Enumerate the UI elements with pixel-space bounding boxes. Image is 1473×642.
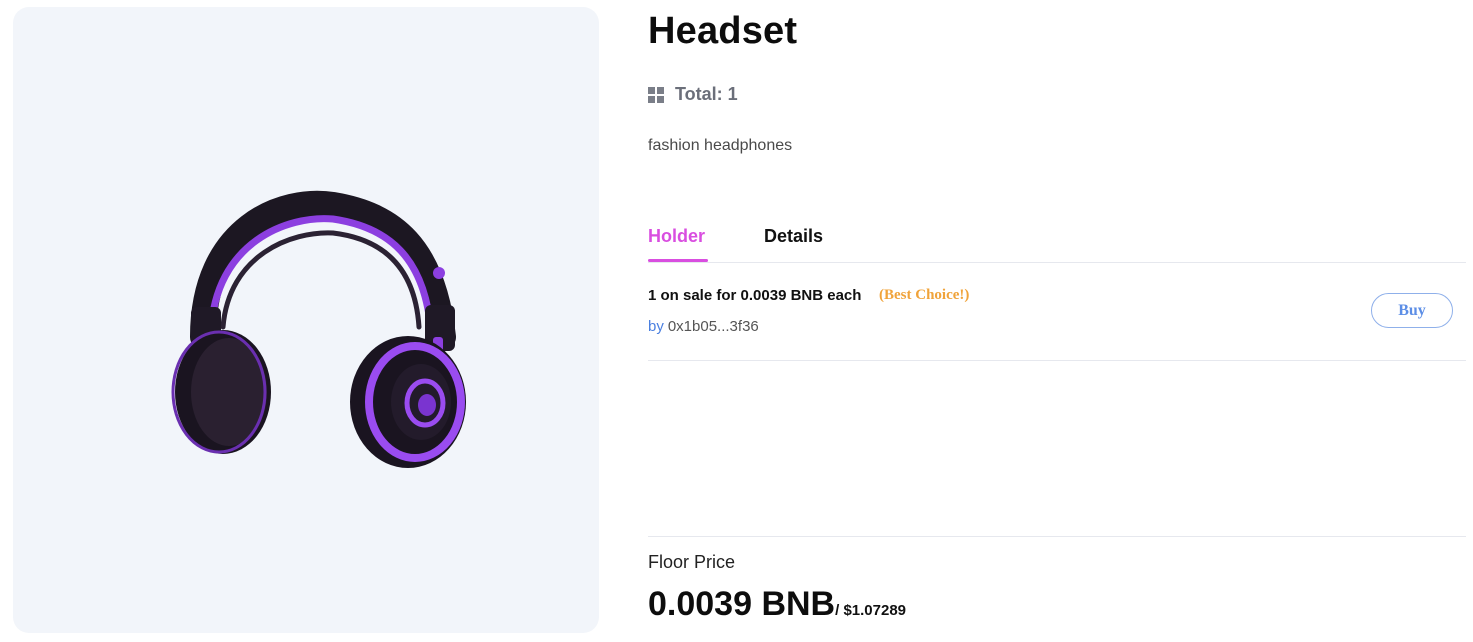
item-details: Headset Total: 1 fashion headphones Hold… [648,0,1466,642]
tab-bar: Holder Details [648,224,1466,263]
item-title: Headset [648,10,798,52]
tab-holder[interactable]: Holder [648,226,705,247]
floor-price-usd: / $1.07289 [835,602,907,619]
seller-line: by 0x1b05...3f36 [648,318,759,335]
buy-button[interactable]: Buy [1371,293,1453,328]
headphones-image [171,190,466,468]
best-choice-badge: (Best Choice!) [879,287,970,303]
item-description: fashion headphones [648,137,793,154]
total-value: 1 [727,84,738,104]
seller-address[interactable]: 0x1b05...3f36 [668,318,759,335]
seller-by-label: by [648,318,664,335]
floor-price-label: Floor Price [648,552,736,572]
item-image-panel [13,7,599,633]
listing-row: 1 on sale for 0.0039 BNB each (Best Choi… [648,262,1466,361]
tab-details[interactable]: Details [764,226,823,247]
page: Headset Total: 1 fashion headphones Hold… [0,0,1473,642]
floor-divider [648,536,1466,537]
total-count: Total: 1 [648,84,738,105]
sale-text: 1 on sale for 0.0039 BNB each [648,287,862,304]
grid-icon [648,86,664,103]
floor-price: 0.0039 BNB / $1.07289 [648,585,906,624]
floor-price-bnb: 0.0039 BNB [648,585,836,623]
total-label: Total: [675,84,723,104]
